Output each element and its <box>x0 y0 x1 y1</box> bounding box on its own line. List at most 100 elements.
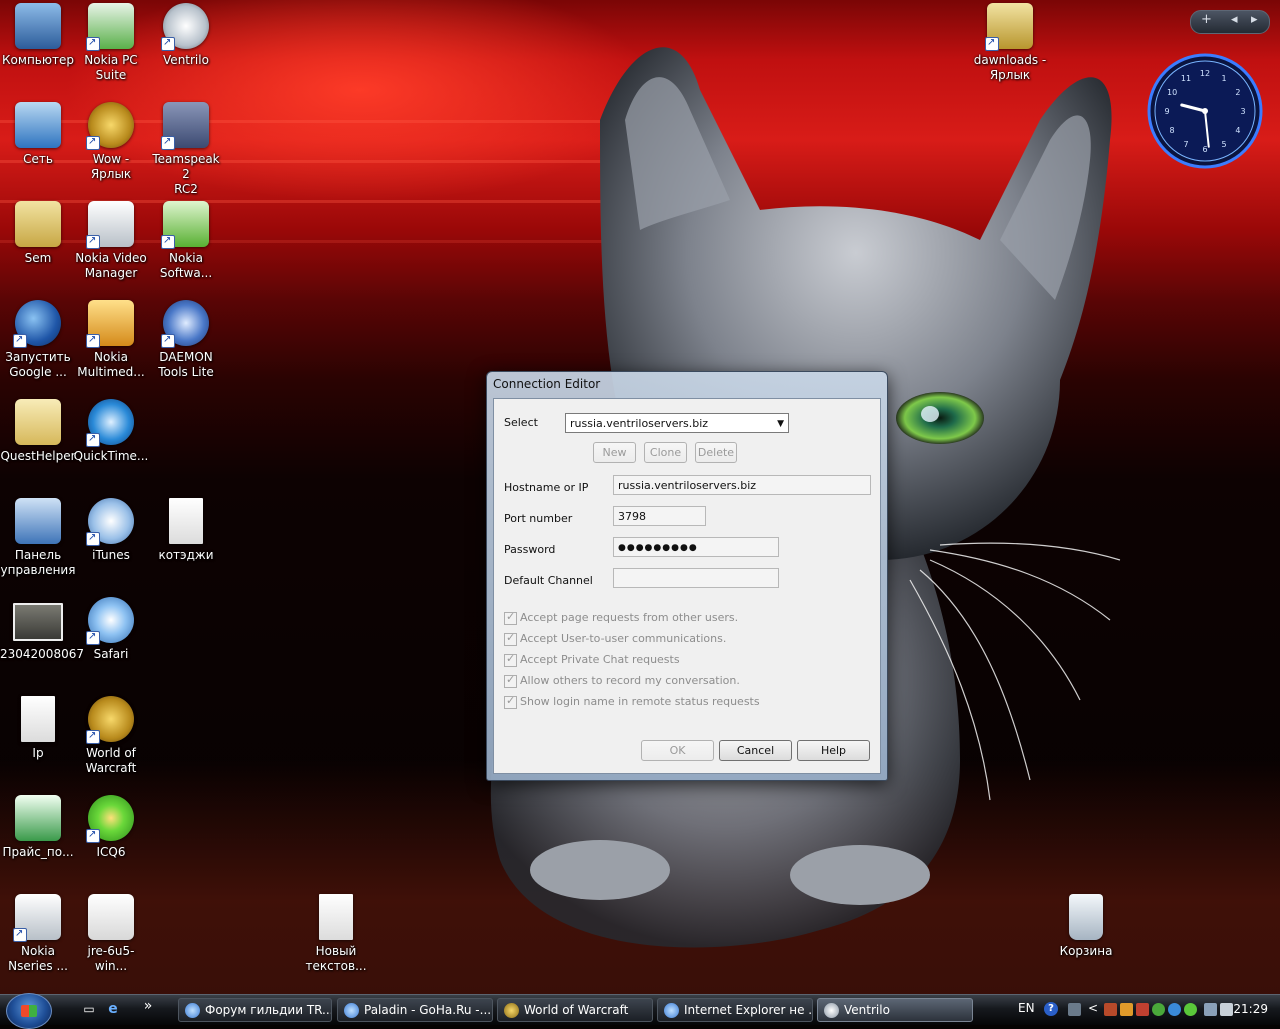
checkbox[interactable] <box>504 673 517 688</box>
desktop-icon-wow-shortcut[interactable]: Wow - Ярлык <box>73 99 149 182</box>
desktop-icon-nokia-nseries[interactable]: Nokia Nseries ... <box>0 891 76 974</box>
shortcut-arrow-icon <box>161 233 175 249</box>
shortcut-arrow-icon <box>86 728 100 744</box>
nokia-video-manager-icon <box>86 201 134 249</box>
taskbar-item[interactable]: Форум гильдии TR... <box>178 998 332 1022</box>
add-gadget-button[interactable]: + <box>1201 12 1212 27</box>
desktop-icon-ventrilo[interactable]: Ventrilo <box>148 0 224 68</box>
default-channel-field[interactable] <box>613 568 779 588</box>
shortcut-arrow-icon <box>161 35 175 51</box>
port-field[interactable]: 3798 <box>613 506 706 526</box>
desktop-icon-safari[interactable]: Safari <box>73 594 149 662</box>
shortcut-arrow-icon <box>161 332 175 348</box>
language-indicator[interactable]: EN <box>1018 1001 1035 1015</box>
teamspeak-icon <box>161 102 209 150</box>
desktop-icon-label: QuickTime... <box>73 449 149 463</box>
desktop-icon-control-panel[interactable]: Панель управления <box>0 495 76 578</box>
desktop-icon-nokia-video-manager[interactable]: Nokia Video Manager <box>73 198 149 281</box>
desktop-icon-computer[interactable]: Компьютер <box>0 0 76 68</box>
shortcut-arrow-icon <box>86 134 100 150</box>
help-button[interactable]: Help <box>797 740 870 761</box>
desktop-icon-network[interactable]: Сеть <box>0 99 76 167</box>
password-label: Password <box>504 543 556 556</box>
chevron-down-icon: ▼ <box>777 419 784 429</box>
password-field[interactable]: ●●●●●●●●● <box>613 537 779 557</box>
folder-icon <box>15 399 61 445</box>
desktop-icon-label: Nokia Multimed... <box>77 350 145 379</box>
show-desktop-icon[interactable]: ▭ <box>80 1000 98 1018</box>
desktop-icon-questhelper[interactable]: QuestHelper <box>0 396 76 464</box>
desktop-icon-nokia-pc-suite[interactable]: Nokia PC Suite <box>73 0 149 83</box>
network-tray-icon[interactable] <box>1068 1003 1081 1016</box>
taskbar-item-active[interactable]: Ventrilo <box>817 998 973 1022</box>
desktop-icon-new-text-file[interactable]: Новый текстов... <box>298 891 374 974</box>
desktop-icon-label: QuestHelper <box>0 449 76 463</box>
taskbar-item-label: Paladin - GoHa.Ru -... <box>364 1003 492 1017</box>
desktop-icon-label: ICQ6 <box>96 845 126 859</box>
desktop-icon-icq[interactable]: ICQ6 <box>73 792 149 860</box>
checkbox[interactable] <box>504 631 517 646</box>
desktop-icon-label: Ip <box>32 746 44 760</box>
desktop-icon-jre-installer[interactable]: jre-6u5-win... <box>73 891 149 974</box>
next-gadget-button[interactable]: ▸ <box>1251 12 1258 27</box>
clock-gadget[interactable]: 12 12 3 45 6 78 9 10 11 <box>1146 52 1264 170</box>
delete-button[interactable]: Delete <box>695 442 737 463</box>
desktop-icon-label: котэджи <box>158 548 214 562</box>
ok-button[interactable]: OK <box>641 740 714 761</box>
checkbox[interactable] <box>504 694 517 709</box>
help-icon[interactable]: ? <box>1044 1002 1058 1016</box>
desktop-icon-label: Nokia Softwa... <box>159 251 213 280</box>
internet-explorer-icon <box>664 1003 679 1018</box>
tray-app-icon[interactable] <box>1120 1003 1133 1016</box>
desktop-icon-nokia-software[interactable]: Nokia Softwa... <box>148 198 224 281</box>
desktop-icon-daemon-tools[interactable]: DAEMON Tools Lite <box>148 297 224 380</box>
hostname-field[interactable]: russia.ventriloservers.biz <box>613 475 871 495</box>
taskbar-item[interactable]: World of Warcraft <box>497 998 653 1022</box>
tray-app-icon[interactable] <box>1168 1003 1181 1016</box>
desktop-icon-teamspeak[interactable]: Teamspeak 2 RC2 <box>148 99 224 197</box>
new-button[interactable]: New <box>593 442 636 463</box>
desktop-icon-nokia-multimedia[interactable]: Nokia Multimed... <box>73 297 149 380</box>
network-status-icon[interactable] <box>1204 1003 1217 1016</box>
show-hidden-icons-button[interactable]: < <box>1088 1001 1098 1015</box>
taskbar-item[interactable]: Internet Explorer не ... <box>657 998 813 1022</box>
clock-number: 4 <box>1235 126 1240 135</box>
volume-icon[interactable] <box>1220 1003 1233 1016</box>
icq-tray-icon[interactable] <box>1152 1003 1165 1016</box>
dialog-body: Select russia.ventriloservers.biz ▼ New … <box>493 398 881 774</box>
desktop-icon-sem[interactable]: Sem <box>0 198 76 266</box>
taskbar-item[interactable]: Paladin - GoHa.Ru -... <box>337 998 493 1022</box>
tray-app-icon[interactable] <box>1136 1003 1149 1016</box>
desktop-icon-label: Wow - Ярлык <box>90 152 132 181</box>
desktop-icon-quicktime[interactable]: QuickTime... <box>73 396 149 464</box>
desktop-icon-world-of-warcraft[interactable]: World of Warcraft <box>73 693 149 776</box>
clone-button[interactable]: Clone <box>644 442 687 463</box>
tray-app-icon[interactable] <box>1184 1003 1197 1016</box>
desktop-icon-price-excel[interactable]: Прайс_по... <box>0 792 76 860</box>
checkbox[interactable] <box>504 652 517 667</box>
tray-app-icon[interactable] <box>1104 1003 1117 1016</box>
desktop-icon-label: Nokia PC Suite <box>84 53 138 82</box>
previous-gadget-button[interactable]: ◂ <box>1231 12 1238 27</box>
desktop-icon-recycle-bin[interactable]: Корзина <box>1048 891 1124 959</box>
cancel-button[interactable]: Cancel <box>719 740 792 761</box>
desktop-icon-ip[interactable]: Ip <box>0 693 76 761</box>
taskbar-item-label: Internet Explorer не ... <box>684 1003 813 1017</box>
quicklaunch-more-button[interactable]: » <box>139 997 157 1015</box>
desktop-icon-photo[interactable]: 23042008067 <box>0 594 84 662</box>
shortcut-arrow-icon <box>86 431 100 447</box>
checkbox[interactable] <box>504 610 517 625</box>
text-file-icon <box>319 894 353 940</box>
desktop-icon-dawnloads[interactable]: dawnloads - Ярлык <box>972 0 1048 83</box>
desktop-icon-label: Сеть <box>23 152 53 166</box>
ventrilo-icon <box>161 3 209 51</box>
nokia-software-icon <box>161 201 209 249</box>
desktop-icon-itunes[interactable]: iTunes <box>73 495 149 563</box>
internet-explorer-icon[interactable]: e <box>104 1000 122 1018</box>
desktop-icon-kotedzhi[interactable]: котэджи <box>148 495 224 563</box>
server-select[interactable]: russia.ventriloservers.biz ▼ <box>565 413 789 433</box>
desktop-icon-google-earth[interactable]: Запустить Google ... <box>0 297 76 380</box>
desktop-icon-label: 23042008067 <box>0 647 84 661</box>
clock-time[interactable]: 21:29 <box>1233 1002 1268 1016</box>
shortcut-arrow-icon <box>985 35 999 51</box>
